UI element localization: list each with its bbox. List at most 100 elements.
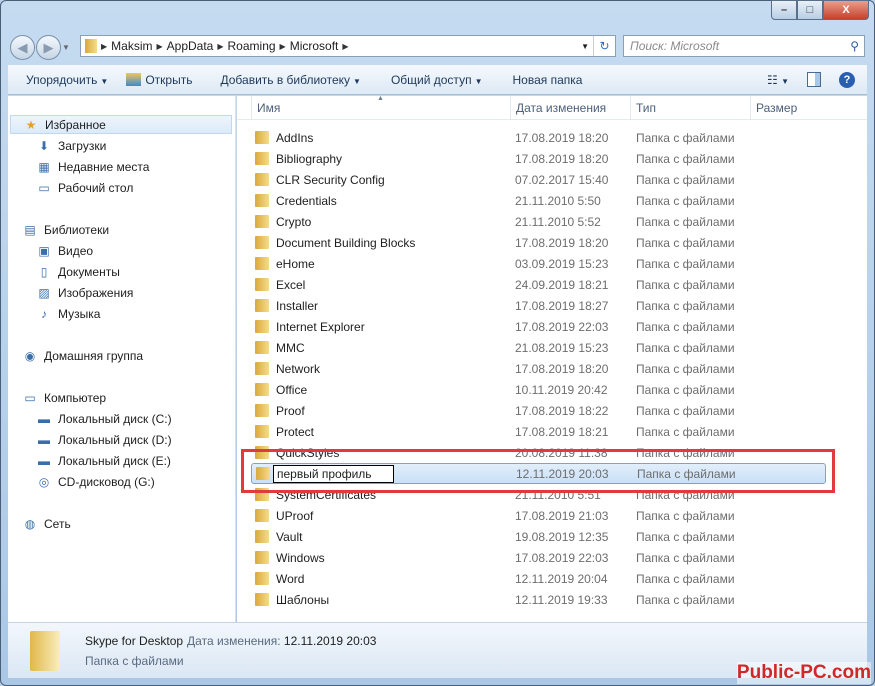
file-row[interactable]: Excel 24.09.2019 18:21 Папка с файлами: [251, 274, 826, 295]
address-dropdown-icon[interactable]: ▼: [581, 42, 589, 51]
new-folder-label: Новая папка: [512, 72, 583, 87]
file-row[interactable]: Bibliography 17.08.2019 18:20 Папка с файл…: [251, 148, 826, 169]
file-date: 17.08.2019 22:03: [515, 550, 609, 565]
breadcrumb-separator-icon[interactable]: ▶: [280, 42, 286, 51]
file-date: 21.11.2010 5:50: [515, 193, 601, 208]
share-button[interactable]: Общий доступ ▼: [391, 73, 483, 87]
file-row[interactable]: Office 10.11.2019 20:42 Папка с файлами: [251, 379, 826, 400]
sidebar-item-label: Локальный диск (C:): [58, 411, 172, 426]
file-row[interactable]: AddIns 17.08.2019 18:20 Папка с файлами: [251, 127, 826, 148]
navigation-buttons: ◀ ▶ ▼: [10, 35, 70, 60]
open-button[interactable]: Открыть: [126, 73, 192, 87]
file-name: Document Building Blocks: [276, 235, 416, 250]
sidebar-item-9[interactable]: ◉ Домашняя группа: [22, 346, 143, 365]
sidebar-item-3[interactable]: ▭ Рабочий стол: [36, 178, 133, 197]
file-row[interactable]: eHome 03.09.2019 15:23 Папка с файлами: [251, 253, 826, 274]
sidebar-item-14[interactable]: ◎ CD-дисковод (G:): [36, 472, 155, 491]
breadcrumb-separator-icon[interactable]: ▶: [217, 42, 223, 51]
column-header-date[interactable]: Дата изменения: [510, 96, 630, 120]
column-header-size[interactable]: Размер: [750, 96, 867, 120]
back-button[interactable]: ◀: [10, 35, 35, 60]
sidebar-item-13[interactable]: ▬ Локальный диск (E:): [36, 451, 171, 470]
new-folder-button[interactable]: Новая папка: [512, 73, 582, 87]
file-row[interactable]: Crypto 21.11.2010 5:52 Папка с файлами: [251, 211, 826, 232]
maximize-button[interactable]: □: [797, 0, 823, 20]
file-row[interactable]: Document Building Blocks 17.08.2019 18:20…: [251, 232, 826, 253]
recent-pages-dropdown-icon[interactable]: ▼: [62, 43, 70, 52]
breadcrumb-maksim[interactable]: Maksim: [111, 39, 152, 53]
breadcrumb-appdata[interactable]: AppData: [167, 39, 214, 53]
folder-icon: [255, 593, 269, 606]
file-row[interactable]: Credentials 21.11.2010 5:50 Папка с файлам…: [251, 190, 826, 211]
sidebar-item-10[interactable]: ▭ Компьютер: [22, 388, 106, 407]
sidebar-item-1[interactable]: ⬇ Загрузки: [36, 136, 106, 155]
selected-item-name: Skype for Desktop: [85, 634, 184, 648]
sidebar-item-label: Локальный диск (D:): [58, 432, 172, 447]
forward-button[interactable]: ▶: [36, 35, 61, 60]
breadcrumb-separator-icon[interactable]: ▶: [101, 42, 107, 51]
file-row[interactable]: CLR Security Config 07.02.2017 15:40 Папка…: [251, 169, 826, 190]
cd-drive-icon: ◎: [38, 474, 50, 489]
search-icon[interactable]: ⚲: [850, 39, 859, 53]
sidebar-item-label: Недавние места: [58, 159, 150, 174]
add-to-library-button[interactable]: Добавить в библиотеку ▼: [220, 73, 360, 87]
sidebar-item-2[interactable]: ▦ Недавние места: [36, 157, 149, 176]
sidebar-item-5[interactable]: ▣ Видео: [36, 241, 93, 260]
sidebar-item-0[interactable]: ★ Избранное: [10, 115, 232, 134]
refresh-button[interactable]: ↻: [593, 36, 615, 56]
chevron-down-icon: ▼: [100, 76, 109, 86]
file-name: eHome: [276, 256, 315, 271]
sidebar-item-label: Изображения: [58, 285, 134, 300]
sidebar-item-8[interactable]: ♪ Музыка: [36, 304, 100, 323]
file-row[interactable]: Windows 17.08.2019 22:03 Папка с файлами: [251, 547, 826, 568]
column-header-type[interactable]: Тип: [630, 96, 750, 120]
file-row[interactable]: UProof 17.08.2019 21:03 Папка с файлами: [251, 505, 826, 526]
sidebar-item-15[interactable]: ◍ Сеть: [22, 514, 71, 533]
address-bar[interactable]: ▶ Maksim ▶ AppData ▶ Roaming ▶ Microsoft ▶ ▼…: [80, 35, 616, 57]
preview-pane-icon[interactable]: [807, 72, 821, 87]
search-input[interactable]: Поиск: Microsoft ⚲: [623, 35, 865, 57]
file-type: Папка с файлами: [636, 172, 735, 187]
sidebar-item-12[interactable]: ▬ Локальный диск (D:): [36, 430, 172, 449]
folder-icon: [255, 278, 269, 291]
file-row[interactable]: Proof 17.08.2019 18:22 Папка с файлами: [251, 400, 826, 421]
file-row[interactable]: Installer 17.08.2019 18:27 Папка с файлами: [251, 295, 826, 316]
computer-icon: ▭: [24, 390, 36, 405]
file-type: Папка с файлами: [636, 340, 735, 355]
file-row[interactable]: Vault 19.08.2019 12:35 Папка с файлами: [251, 526, 826, 547]
video-icon: ▣: [38, 243, 50, 258]
sidebar-item-11[interactable]: ▬ Локальный диск (C:): [36, 409, 172, 428]
file-date: 07.02.2017 15:40: [515, 172, 609, 187]
minimize-button[interactable]: –: [771, 0, 797, 20]
close-button[interactable]: X: [823, 0, 869, 20]
breadcrumb-roaming[interactable]: Roaming: [228, 39, 276, 53]
column-header-name[interactable]: Имя ▲: [251, 95, 510, 120]
sidebar-item-7[interactable]: ▨ Изображения: [36, 283, 133, 302]
file-type: Папка с файлами: [636, 550, 735, 565]
file-row[interactable]: Шаблоны 12.11.2019 19:33 Папка с файлами: [251, 589, 826, 610]
file-row[interactable]: Network 17.08.2019 18:20 Папка с файлами: [251, 358, 826, 379]
file-date: 17.08.2019 18:21: [515, 424, 609, 439]
view-options-icon[interactable]: ☷ ▼: [767, 73, 789, 87]
file-row[interactable]: Protect 17.08.2019 18:21 Папка с файлами: [251, 421, 826, 442]
back-arrow-icon: ◀: [17, 39, 28, 55]
folder-icon: [85, 39, 97, 53]
file-date: 24.09.2019 18:21: [515, 277, 609, 292]
breadcrumb-separator-icon[interactable]: ▶: [157, 42, 163, 51]
file-type: Папка с файлами: [636, 529, 735, 544]
breadcrumb-microsoft[interactable]: Microsoft: [290, 39, 339, 53]
sidebar-item-4[interactable]: ▤ Библиотеки: [22, 220, 109, 239]
folder-icon: [255, 383, 269, 396]
file-row[interactable]: Word 12.11.2019 20:04 Папка с файлами: [251, 568, 826, 589]
folder-icon: [255, 530, 269, 543]
sidebar-item-label: Загрузки: [58, 138, 107, 153]
add-library-label: Добавить в библиотеку: [220, 72, 351, 87]
drive-icon: ▬: [38, 411, 50, 426]
file-name: Network: [276, 361, 321, 376]
help-icon[interactable]: ?: [839, 71, 855, 88]
file-row[interactable]: Internet Explorer 17.08.2019 22:03 Папка с…: [251, 316, 826, 337]
breadcrumb-separator-icon[interactable]: ▶: [342, 42, 348, 51]
file-row[interactable]: MMC 21.08.2019 15:23 Папка с файлами: [251, 337, 826, 358]
organize-button[interactable]: Упорядочить ▼: [26, 73, 108, 87]
sidebar-item-6[interactable]: ▯ Документы: [36, 262, 120, 281]
